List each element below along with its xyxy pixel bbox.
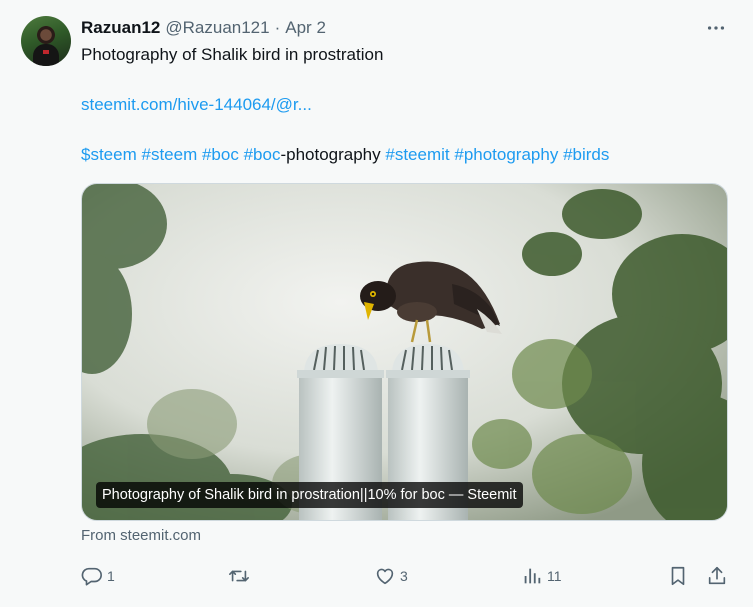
tweet-link[interactable]: steemit.com/hive-144064/@r... xyxy=(81,93,312,117)
views-count: 11 xyxy=(547,568,562,584)
reply-button[interactable]: 1 xyxy=(81,563,115,589)
more-icon xyxy=(707,26,725,30)
hashtag-link[interactable]: #steemit xyxy=(385,145,449,164)
avatar-shirt-detail xyxy=(43,50,49,54)
share-icon xyxy=(708,566,726,585)
repost-icon xyxy=(229,570,249,582)
tweet-header: Razuan12 @Razuan121 · Apr 2 xyxy=(81,16,326,40)
tweet-date[interactable]: Apr 2 xyxy=(285,18,326,38)
hashtag-link[interactable]: #steem xyxy=(141,145,197,164)
tweet-card: Razuan12 @Razuan121 · Apr 2 Photography … xyxy=(0,0,753,607)
repost-button[interactable] xyxy=(228,563,254,589)
tweet-actions: 1 3 11 xyxy=(0,563,753,589)
like-count: 3 xyxy=(400,568,408,584)
avatar-figure xyxy=(33,44,59,66)
hashtag-link[interactable]: #birds xyxy=(563,145,609,164)
bird-photo xyxy=(82,184,727,520)
author-handle[interactable]: @Razuan121 xyxy=(165,18,269,38)
views-icon xyxy=(524,568,541,584)
bookmark-button[interactable] xyxy=(667,563,689,589)
link-source[interactable]: From steemit.com xyxy=(81,527,201,544)
tweet-text: Photography of Shalik bird in prostratio… xyxy=(81,45,384,64)
author-name[interactable]: Razuan12 xyxy=(81,18,160,38)
reply-count: 1 xyxy=(107,568,115,584)
avatar[interactable] xyxy=(21,16,71,66)
like-button[interactable]: 3 xyxy=(374,563,408,589)
reply-icon xyxy=(81,567,102,586)
share-button[interactable] xyxy=(706,563,728,589)
tweet-hashtags: $steem #steem #boc #boc-photography #ste… xyxy=(81,143,609,167)
more-options-button[interactable] xyxy=(700,16,732,40)
hashtag-link[interactable]: #boc xyxy=(244,145,281,164)
views-button[interactable]: 11 xyxy=(521,563,562,589)
hashtag-link[interactable]: #boc xyxy=(202,145,239,164)
header-separator: · xyxy=(274,18,281,37)
bookmark-icon xyxy=(671,566,685,586)
link-card-image[interactable]: Photography of Shalik bird in prostratio… xyxy=(81,183,728,521)
hashtag-link[interactable]: #photography xyxy=(454,145,558,164)
hashtag-link[interactable]: $steem xyxy=(81,145,137,164)
link-card-caption: Photography of Shalik bird in prostratio… xyxy=(96,482,523,508)
like-icon xyxy=(376,568,394,585)
hashtag-text: -photography xyxy=(280,145,381,164)
